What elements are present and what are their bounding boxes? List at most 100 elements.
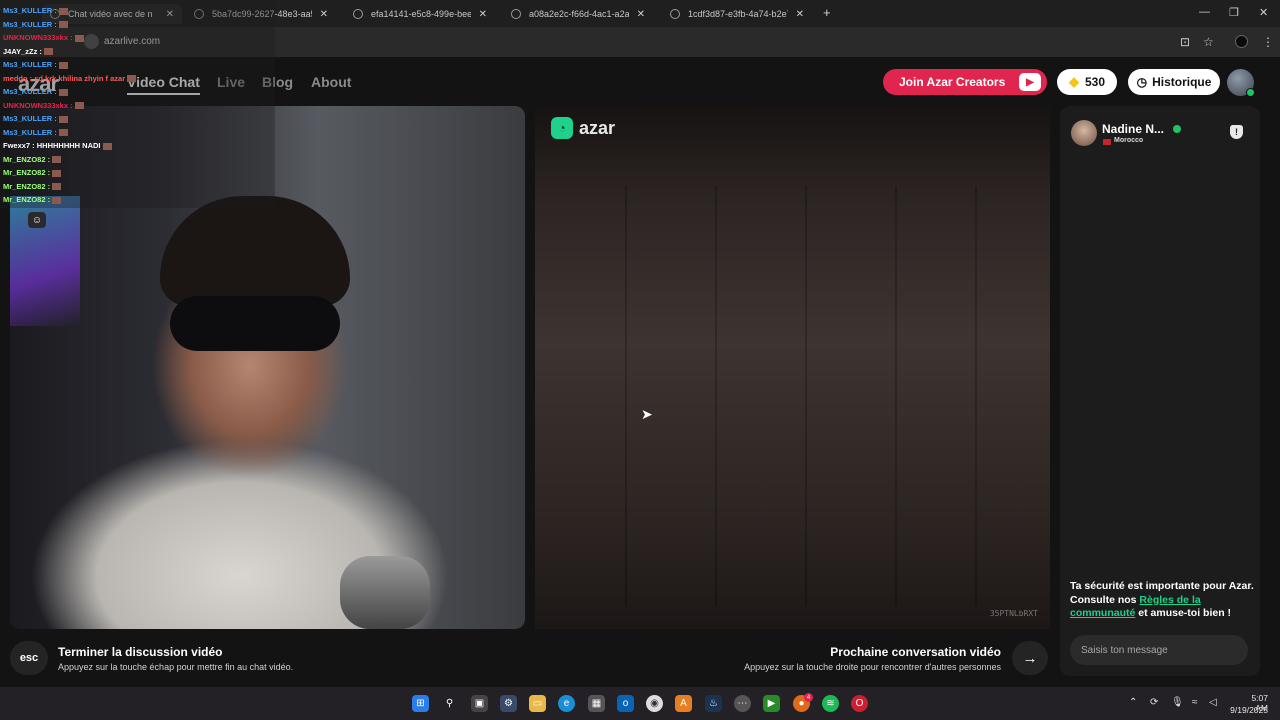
stream-chat-line: Fwexx7 : HHHHHHHH NADI (3, 141, 112, 150)
report-shield-icon[interactable]: ! (1230, 125, 1243, 139)
store-icon[interactable]: ▦ (588, 695, 605, 712)
remote-azar-logo: ◔ azar (551, 117, 615, 139)
stream-chat-line: Mr_ENZO82 : (3, 195, 62, 204)
tray-chevron-up-icon[interactable]: ⌃ (1129, 697, 1137, 708)
menu-dots-icon[interactable]: ⋮ (1262, 35, 1274, 49)
close-tab-icon[interactable]: ✕ (637, 9, 645, 20)
stream-chat-line: Mr_ENZO82 : (3, 181, 62, 191)
video-shadow (975, 186, 977, 606)
microphone-icon[interactable]: 🎙 (1171, 697, 1184, 708)
windows-start-icon[interactable]: ⊞ (412, 695, 429, 712)
stream-chat-username: Mr_ENZO82 : (3, 195, 51, 204)
stream-chat-username: Mr_ENZO82 : (3, 181, 51, 191)
maximize-icon[interactable]: ❐ (1229, 6, 1239, 19)
history-button[interactable]: ◷ Historique (1128, 69, 1220, 95)
stream-chat-line: Ms3_KULLER : (3, 60, 68, 69)
install-app-icon[interactable]: ⊡ (1180, 35, 1190, 49)
stream-chat-line: Mr_ENZO82 : (3, 154, 62, 164)
close-tab-icon[interactable]: ✕ (796, 9, 804, 20)
next-chat-title: Prochaine conversation vidéo (830, 645, 1001, 659)
chat-emote-icon (58, 129, 68, 137)
chat-emote-icon (58, 61, 68, 69)
chat-emote-icon (58, 21, 68, 29)
end-chat-key-button[interactable]: esc (10, 641, 48, 675)
tab-5[interactable]: 1cdf3d87-e3fb-4a74-b2e7-97b ✕ (662, 4, 812, 24)
opera-icon[interactable]: O (851, 695, 868, 712)
online-status-icon (1246, 88, 1255, 97)
partner-name[interactable]: Nadine N... (1102, 122, 1164, 136)
join-azar-creators-button[interactable]: Join Azar Creators ▶ (883, 69, 1047, 95)
stream-chat-username: Ms3_KULLER : (3, 87, 57, 96)
stream-chat-username: J4AY_zZz : (3, 46, 42, 56)
tab-4[interactable]: a08a2e2c-f66d-4ac1-a2a9-e90 ✕ (503, 4, 653, 24)
app-a-icon[interactable]: A (675, 695, 692, 712)
file-explorer-icon[interactable]: ▭ (529, 695, 546, 712)
verified-badge-icon (1173, 125, 1181, 133)
emoji-icon[interactable]: ☺ (28, 212, 46, 228)
gem-icon: ◆ (1068, 74, 1079, 89)
chat-emote-icon (52, 196, 62, 204)
message-input[interactable] (1070, 635, 1248, 665)
stream-chat-line: UNKNOWN333xkx : (3, 101, 84, 110)
play-icon: ▶ (1019, 73, 1041, 91)
close-tab-icon[interactable]: ✕ (320, 9, 328, 20)
minimize-icon[interactable]: — (1199, 6, 1210, 18)
video-shadow (625, 186, 627, 606)
close-tab-icon[interactable]: ✕ (479, 9, 487, 20)
clock-date[interactable]: 9/19/2025 (1228, 705, 1268, 715)
chat-emote-icon (58, 7, 68, 15)
remote-video-feed: ◔ azar 35PTNLbRXT ➤ (535, 106, 1050, 629)
stream-chat-line: Ms3_KULLER : (3, 128, 68, 137)
partner-country: Morocco (1114, 137, 1144, 144)
spotify-icon[interactable]: ≋ (822, 695, 839, 712)
next-chat-arrow-button[interactable]: → (1012, 641, 1048, 675)
chat-emote-icon (52, 169, 62, 177)
stream-chat-username: meddo : sd krk khilina zhyin f azar (3, 73, 126, 83)
search-icon[interactable]: ⚲ (441, 695, 458, 712)
video-shadow (715, 186, 717, 606)
tray-sync-icon[interactable]: ⟳ (1150, 697, 1158, 708)
chat-emote-icon (74, 34, 84, 42)
profile-icon[interactable] (1235, 35, 1248, 48)
chat-emote-icon (127, 75, 137, 83)
task-view-icon[interactable]: ▣ (471, 695, 488, 712)
stream-chat-username: Ms3_KULLER : (3, 6, 57, 15)
stream-chat-line: Ms3_KULLER : (3, 20, 68, 29)
stream-chat-line: UNKNOWN333xkx : (3, 33, 84, 42)
close-window-icon[interactable]: ✕ (1259, 6, 1268, 19)
chat-side-panel: Nadine N... Morocco ! Ta sécurité est im… (1060, 106, 1260, 676)
wifi-icon[interactable]: ≈ (1192, 697, 1198, 708)
outlook-icon[interactable]: o (617, 695, 634, 712)
stream-chat-username: Mr_ENZO82 : (3, 154, 51, 164)
morocco-flag-icon (1103, 139, 1111, 145)
chat-emote-icon (58, 88, 68, 96)
play-app-icon[interactable]: ▶ (763, 695, 780, 712)
chat-emote-icon (74, 102, 84, 110)
stream-chat-username: Ms3_KULLER : (3, 114, 57, 123)
stream-chat-line: J4AY_zZz : (3, 47, 53, 56)
stream-chat-line: Ms3_KULLER : (3, 6, 68, 15)
stream-chat-username: Mr_ENZO82 : (3, 168, 51, 177)
steam-icon[interactable]: ♨ (705, 695, 722, 712)
next-chat-description: Appuyez sur la touche droite pour rencon… (744, 662, 1001, 672)
settings-gear-icon[interactable]: ⚙ (500, 695, 517, 712)
avatar[interactable] (1227, 69, 1255, 97)
video-person-hair (160, 196, 350, 306)
partner-avatar[interactable] (1071, 120, 1097, 146)
safety-notice: Ta sécurité est importante pour Azar. Co… (1070, 580, 1254, 619)
bookmark-star-icon[interactable]: ☆ (1203, 35, 1214, 49)
stream-chat-line: meddo : sd krk khilina zhyin f azar (3, 73, 137, 83)
notification-badge: 4 (804, 693, 813, 702)
edge-browser-icon[interactable]: e (558, 695, 575, 712)
volume-icon[interactable]: ◁ (1209, 697, 1217, 708)
chat-emote-icon (102, 142, 112, 150)
globe-icon (353, 9, 363, 19)
nav-about[interactable]: About (311, 74, 351, 90)
stream-chat-username: Ms3_KULLER : (3, 127, 57, 137)
new-tab-button[interactable]: + (823, 5, 831, 20)
tab-3[interactable]: efa14141-e5c8-499e-beea-950 ✕ (345, 4, 495, 24)
coins-button[interactable]: ◆ 530 (1057, 69, 1117, 95)
app-dots-icon[interactable]: ⋯ (734, 695, 751, 712)
chrome-icon[interactable]: ◉ (646, 695, 663, 712)
video-shadow (895, 186, 897, 606)
